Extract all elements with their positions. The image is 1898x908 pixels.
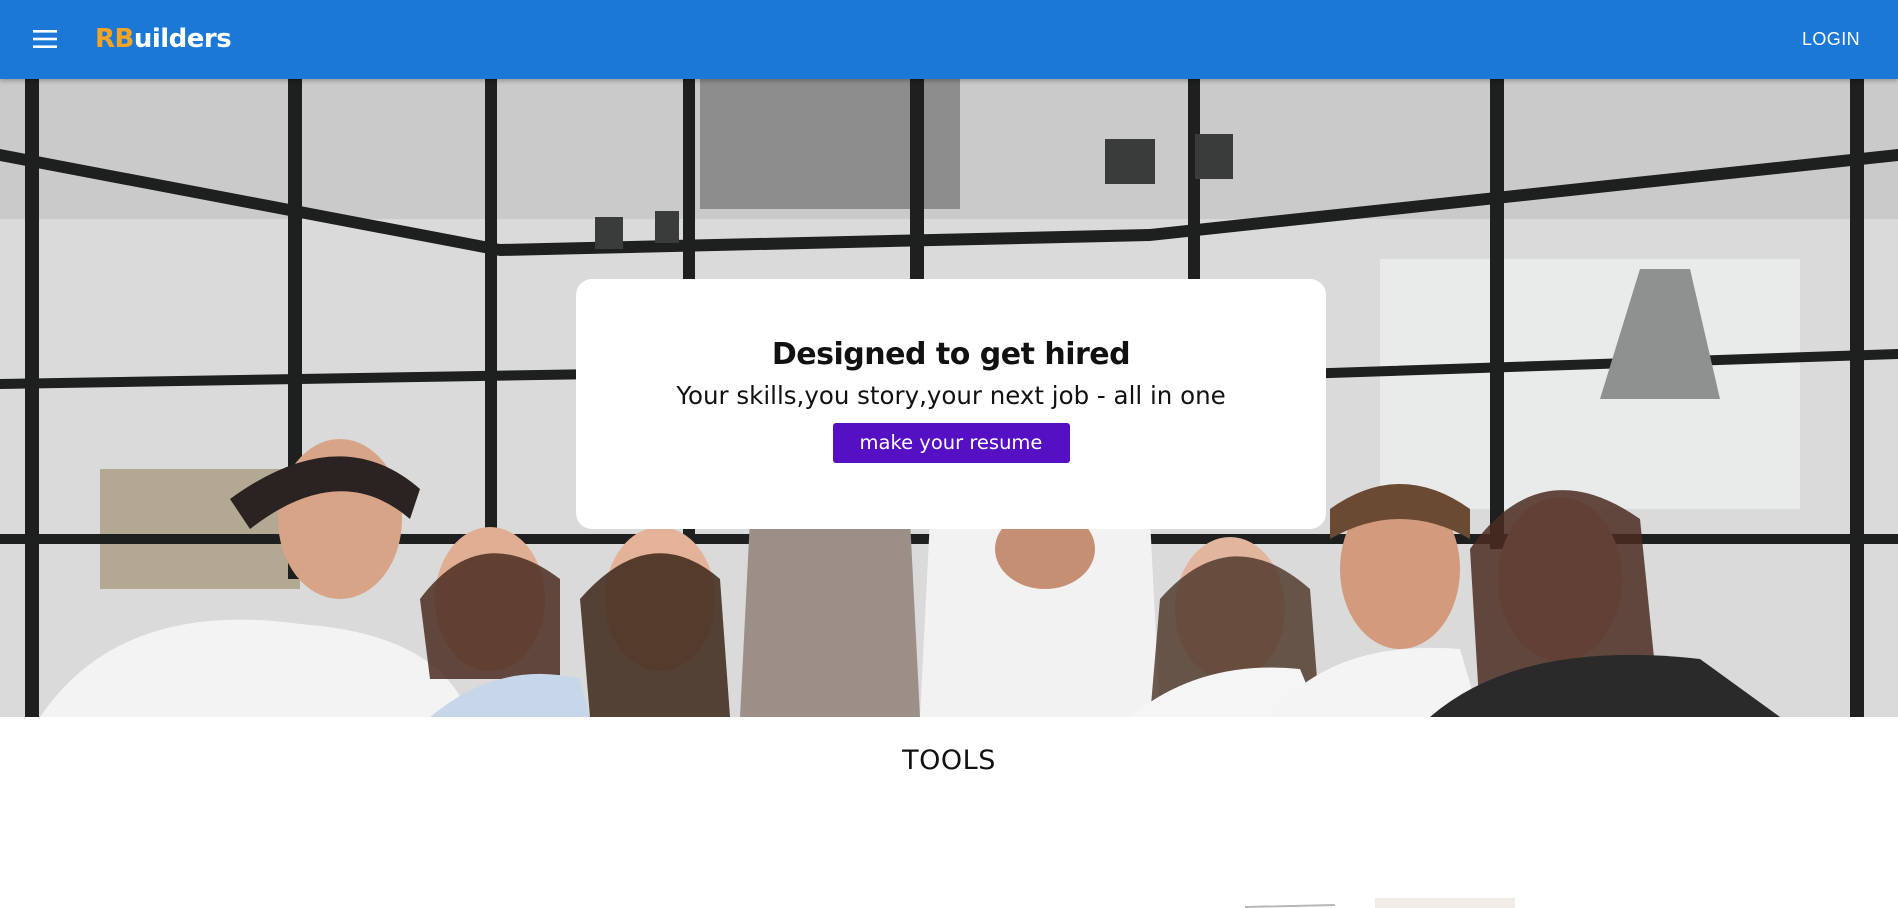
tools-section-title: TOOLS [902, 745, 996, 776]
login-button[interactable]: LOGIN [1802, 24, 1860, 54]
app-bar: RBuilders LOGIN [0, 0, 1898, 79]
make-resume-button[interactable]: make your resume [832, 423, 1070, 463]
hero-card: Designed to get hired Your skills,you st… [576, 279, 1326, 529]
menu-button[interactable] [28, 24, 62, 54]
brand-logo[interactable]: RBuilders [95, 19, 232, 59]
hamburger-menu-icon [33, 30, 57, 48]
hero-subtitle: Your skills,you story,your next job - al… [676, 381, 1226, 410]
logo-prefix: RB [95, 24, 134, 54]
tool-card-image-peek [1245, 898, 1515, 908]
hero-title: Designed to get hired [771, 337, 1131, 372]
hero-banner: Designed to get hired Your skills,you st… [0, 79, 1898, 717]
logo-suffix: uilders [133, 24, 232, 54]
